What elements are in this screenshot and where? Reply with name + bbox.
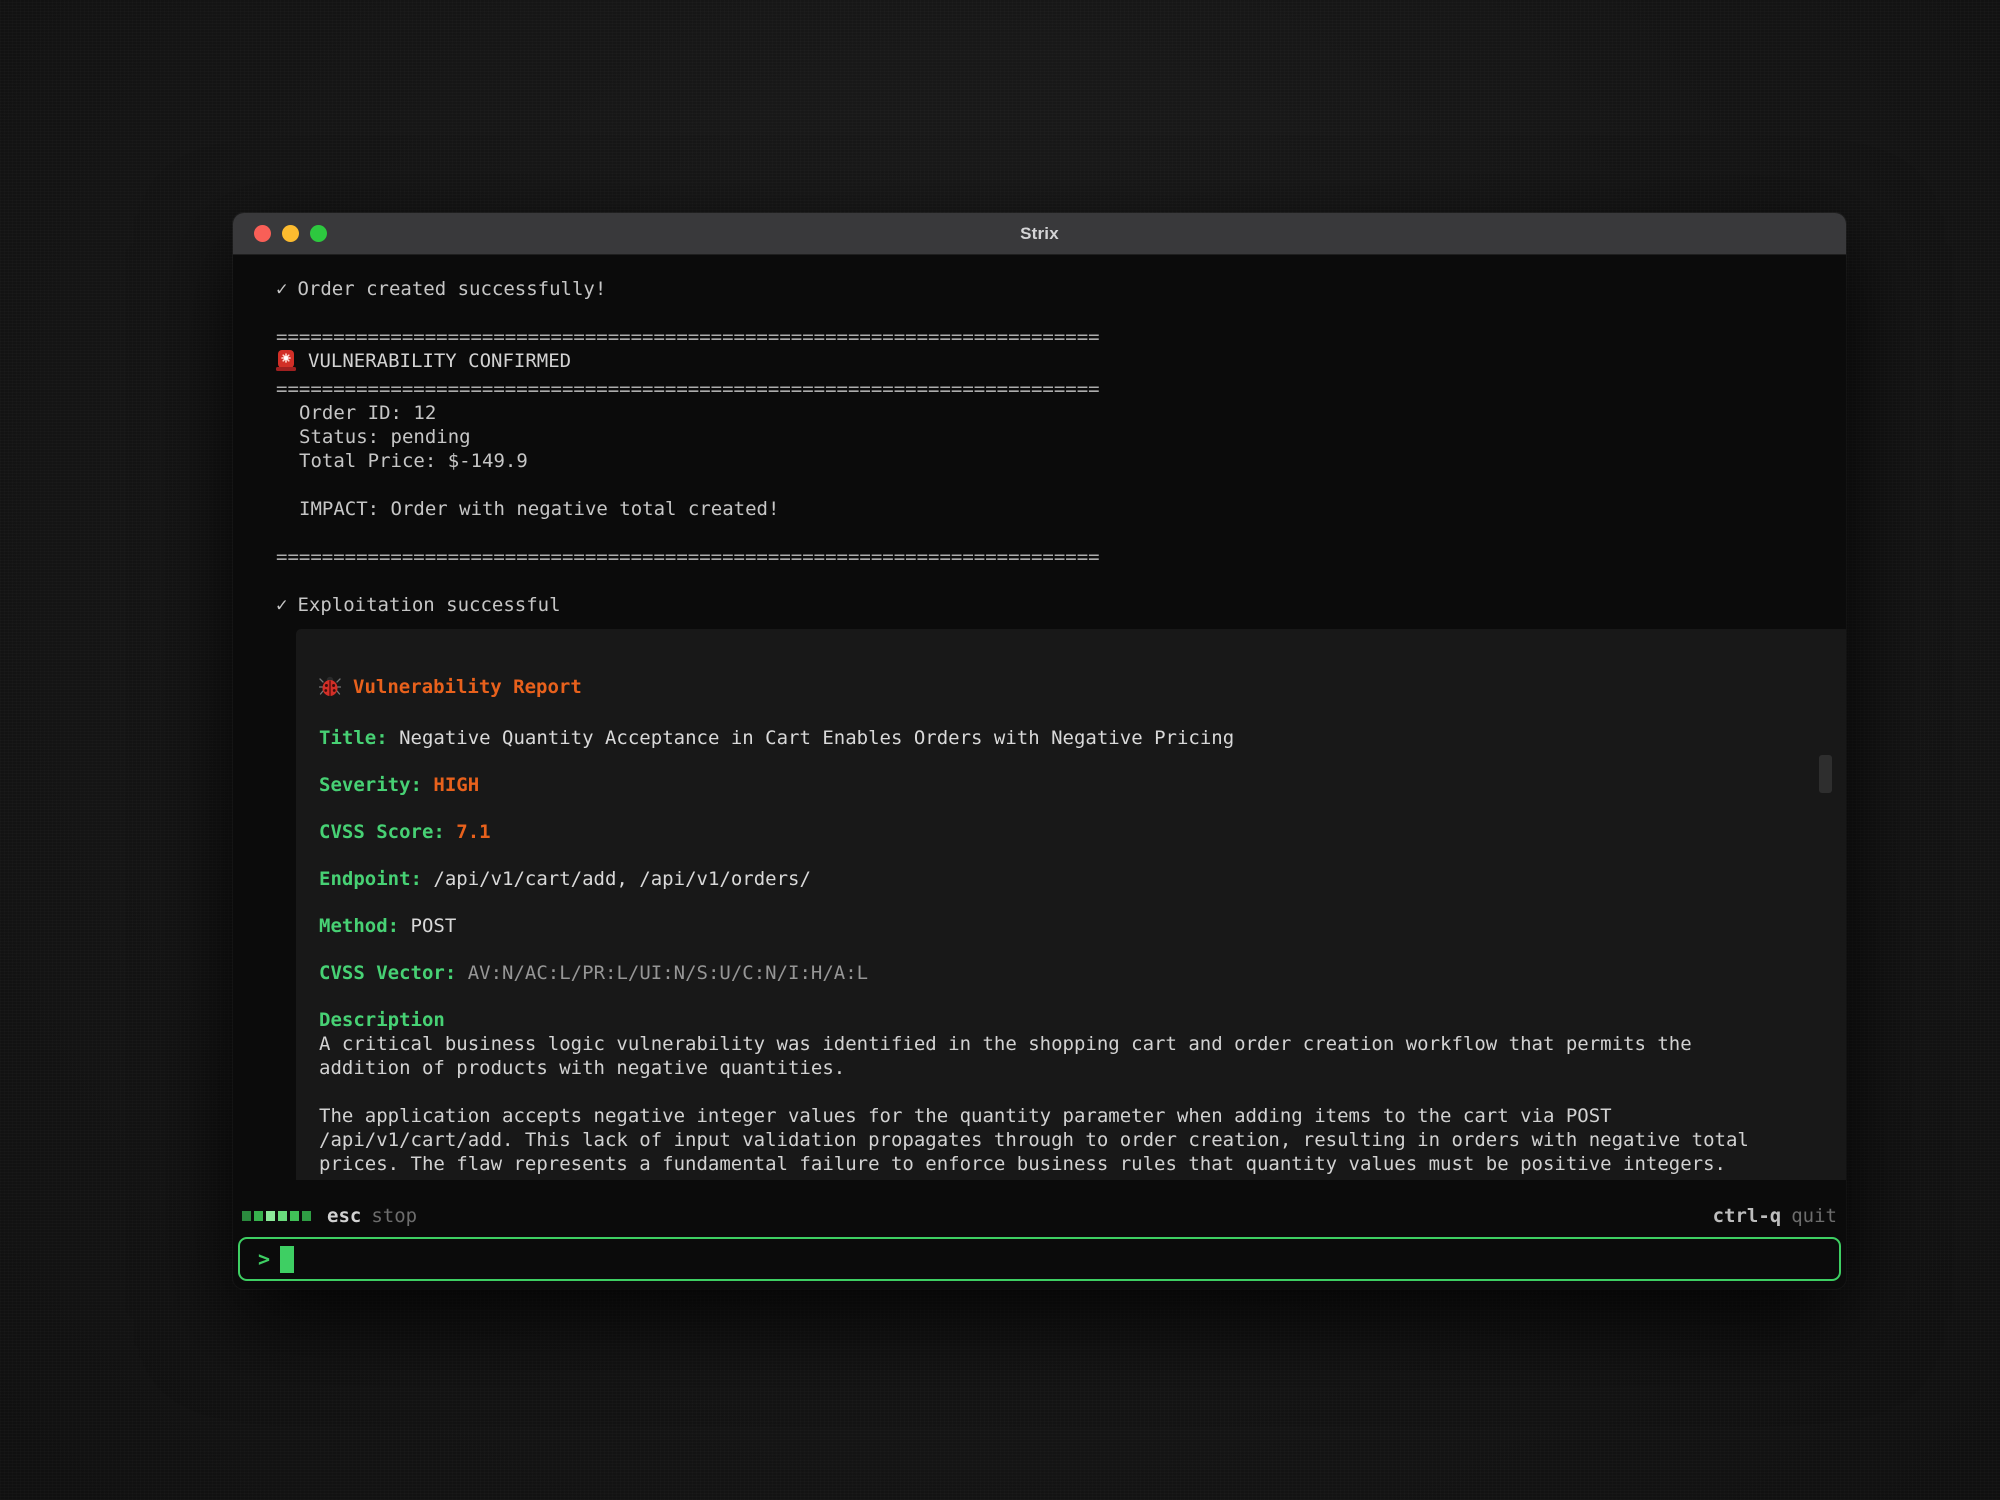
description-paragraph-1: A critical business logic vulnerability … bbox=[319, 1032, 1772, 1080]
text-cursor bbox=[280, 1246, 294, 1273]
report-cvss-score: CVSS Score: 7.1 bbox=[319, 820, 1834, 844]
divider-line: ========================================… bbox=[276, 377, 1846, 401]
terminal-window: Strix ✓Order created successfully! =====… bbox=[233, 213, 1846, 1289]
activity-spinner-icon bbox=[242, 1211, 311, 1221]
impact-line: IMPACT: Order with negative total create… bbox=[276, 497, 1846, 521]
success-message: ✓Order created successfully! bbox=[276, 277, 1846, 301]
esc-action-label: stop bbox=[371, 1205, 417, 1227]
vulnerability-banner: VULNERABILITY CONFIRMED bbox=[276, 349, 1846, 377]
report-severity: Severity: HIGH bbox=[319, 773, 1834, 797]
report-cvss-vector: CVSS Vector: AV:N/AC:L/PR:L/UI:N/S:U/C:N… bbox=[319, 961, 1834, 985]
exploitation-message: ✓Exploitation successful bbox=[276, 593, 1846, 617]
window-titlebar: Strix bbox=[233, 213, 1846, 255]
report-description: Description A critical business logic vu… bbox=[319, 1008, 1834, 1176]
report-title: Title: Negative Quantity Acceptance in C… bbox=[319, 726, 1834, 750]
esc-key-hint: esc bbox=[327, 1205, 361, 1227]
siren-icon bbox=[276, 349, 296, 377]
divider-line: ========================================… bbox=[276, 325, 1846, 349]
description-heading: Description bbox=[319, 1008, 1834, 1032]
window-title: Strix bbox=[233, 224, 1846, 244]
report-header: Vulnerability Report bbox=[319, 675, 1834, 703]
command-input[interactable]: > bbox=[238, 1237, 1841, 1281]
order-status-line: Status: pending bbox=[276, 425, 1846, 449]
check-icon: ✓ bbox=[276, 278, 287, 300]
quit-action-label: quit bbox=[1791, 1205, 1837, 1227]
vulnerability-report-panel: Vulnerability Report Title: Negative Qua… bbox=[296, 629, 1846, 1180]
prompt-symbol: > bbox=[258, 1247, 270, 1271]
order-id-line: Order ID: 12 bbox=[276, 401, 1846, 425]
report-method: Method: POST bbox=[319, 914, 1834, 938]
bug-icon bbox=[319, 675, 341, 703]
divider-line: ========================================… bbox=[276, 545, 1846, 569]
status-bar: esc stop ctrl-q quit bbox=[233, 1201, 1846, 1231]
report-endpoint: Endpoint: /api/v1/cart/add, /api/v1/orde… bbox=[319, 867, 1834, 891]
quit-key-hint: ctrl-q bbox=[1713, 1205, 1782, 1227]
check-icon: ✓ bbox=[276, 594, 287, 616]
total-price-line: Total Price: $-149.9 bbox=[276, 449, 1846, 473]
scrollbar-thumb[interactable] bbox=[1819, 755, 1832, 793]
terminal-output: ✓Order created successfully! ===========… bbox=[233, 255, 1846, 1180]
description-paragraph-2: The application accepts negative integer… bbox=[319, 1104, 1772, 1176]
